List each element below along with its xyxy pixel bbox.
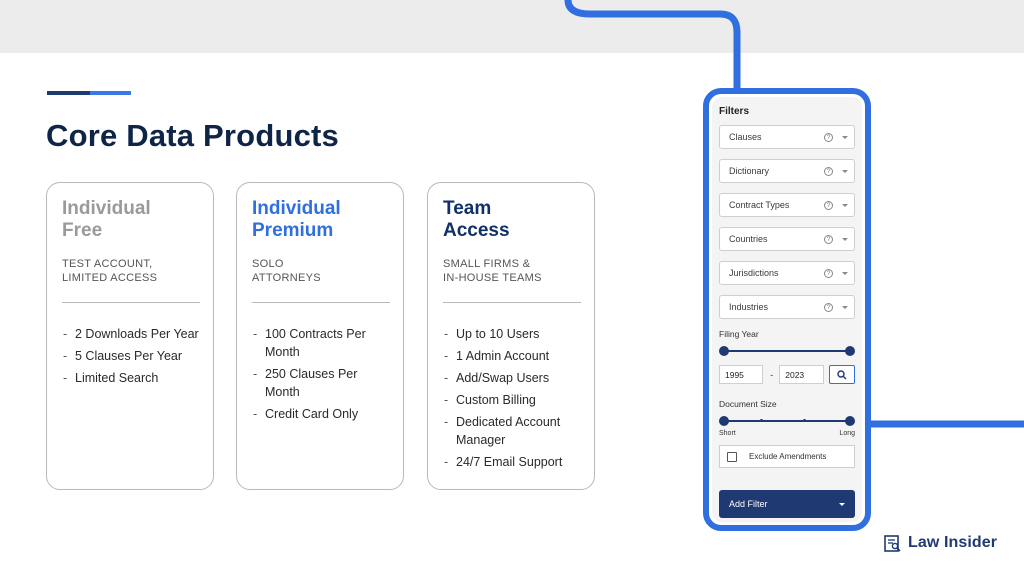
- year-from-input[interactable]: 1995: [719, 365, 764, 384]
- slider-tick: [803, 419, 806, 422]
- document-size-ends: Short Long: [719, 430, 855, 437]
- year-to-input[interactable]: 2023: [779, 365, 824, 384]
- filing-year-slider[interactable]: [719, 345, 855, 357]
- help-icon[interactable]: ?: [824, 234, 833, 244]
- search-icon: [837, 369, 847, 379]
- dropdown-label: Countries: [729, 234, 768, 244]
- industries-dropdown[interactable]: Industries ?: [719, 295, 855, 319]
- help-icon[interactable]: ?: [824, 268, 833, 278]
- filing-year-range: 1995 - 2023: [719, 365, 855, 384]
- clauses-dropdown[interactable]: Clauses ?: [719, 125, 855, 149]
- filing-year-label: Filing Year: [719, 329, 759, 339]
- chevron-down-icon: [842, 203, 848, 207]
- help-icon[interactable]: ?: [824, 166, 833, 176]
- document-size-slider[interactable]: [719, 415, 855, 427]
- document-search-icon: [884, 534, 901, 552]
- help-icon[interactable]: ?: [824, 200, 833, 210]
- size-min-label: Short: [719, 430, 736, 437]
- size-max-label: Long: [839, 430, 855, 437]
- checkbox-label: Exclude Amendments: [749, 452, 827, 461]
- dictionary-dropdown[interactable]: Dictionary ?: [719, 159, 855, 183]
- filters-title: Filters: [719, 106, 750, 117]
- filters-panel: Filters Clauses ? Dictionary ? Contract …: [712, 97, 862, 522]
- chevron-down-icon: [842, 305, 848, 309]
- contract-types-dropdown[interactable]: Contract Types ?: [719, 193, 855, 217]
- brand-name: Law Insider: [908, 534, 998, 551]
- help-icon[interactable]: ?: [824, 132, 833, 142]
- jurisdictions-dropdown[interactable]: Jurisdictions ?: [719, 261, 855, 285]
- slider-handle-max[interactable]: [845, 416, 855, 426]
- slider-handle-min[interactable]: [719, 416, 729, 426]
- dropdown-label: Jurisdictions: [729, 268, 779, 278]
- chevron-down-icon: [842, 135, 848, 139]
- search-button[interactable]: [828, 365, 855, 384]
- checkbox-box[interactable]: [727, 451, 737, 462]
- help-icon[interactable]: ?: [824, 302, 833, 312]
- dropdown-label: Dictionary: [729, 166, 770, 176]
- slider-handle-max[interactable]: [845, 346, 855, 356]
- dropdown-label: Contract Types: [729, 200, 790, 210]
- countries-dropdown[interactable]: Countries ?: [719, 227, 855, 251]
- chevron-down-icon: [842, 271, 848, 275]
- chevron-down-icon: [842, 237, 848, 241]
- chevron-down-icon: [839, 502, 845, 506]
- exclude-amendments-checkbox[interactable]: Exclude Amendments: [719, 445, 855, 468]
- add-filter-button[interactable]: Add Filter: [719, 490, 855, 518]
- range-dash: -: [770, 369, 774, 380]
- slider-handle-min[interactable]: [719, 346, 729, 356]
- add-filter-label: Add Filter: [729, 499, 768, 509]
- slider-tick: [760, 419, 763, 422]
- law-insider-logo: Law Insider: [884, 534, 997, 552]
- filters-device-frame: Filters Clauses ? Dictionary ? Contract …: [703, 88, 871, 531]
- chevron-down-icon: [842, 169, 848, 173]
- dropdown-label: Clauses: [729, 132, 762, 142]
- dropdown-label: Industries: [729, 302, 769, 312]
- document-size-label: Document Size: [719, 399, 777, 409]
